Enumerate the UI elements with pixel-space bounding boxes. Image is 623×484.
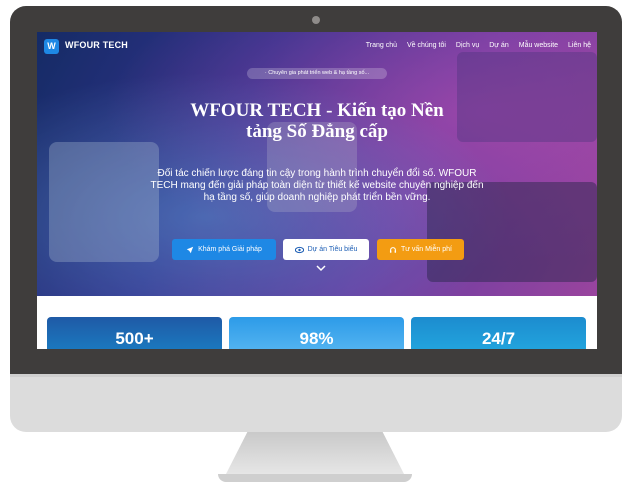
stat-card: 24/7 (411, 317, 586, 349)
featured-projects-button[interactable]: Dự án Tiêu biểu (283, 239, 369, 260)
explore-solutions-button[interactable]: Khám phá Giải pháp (172, 239, 276, 260)
brand-name[interactable]: WFOUR TECH (65, 40, 128, 50)
nav-item-about[interactable]: Về chúng tôi (407, 42, 446, 49)
hero-title: WFOUR TECH - Kiến tạo Nền tảng Số Đẳng c… (147, 100, 487, 142)
navbar: W WFOUR TECH Trang chủ Về chúng tôi Dịch… (37, 32, 597, 62)
hero-tagline-badge: · Chuyên gia phát triển web & hạ tầng số… (247, 68, 387, 79)
free-consultation-button[interactable]: Tư vấn Miễn phí (377, 239, 464, 260)
nav-menu: Trang chủ Về chúng tôi Dịch vụ Dự án Mẫu… (366, 42, 591, 49)
monitor-stand (226, 432, 404, 474)
stat-value: 98% (299, 329, 334, 348)
hero-subtitle: Đối tác chiến lược đáng tin cậy trong hà… (150, 168, 484, 203)
stat-card: 98% (229, 317, 404, 349)
explore-solutions-label: Khám phá Giải pháp (198, 246, 262, 253)
nav-item-projects[interactable]: Dự án (489, 42, 508, 49)
monitor-chin (10, 374, 622, 432)
hero-title-line: WFOUR TECH - Kiến tạo Nền (190, 100, 444, 121)
logo-icon[interactable]: W (44, 39, 59, 54)
nav-item-contact[interactable]: Liên hệ (568, 42, 591, 49)
nav-item-templates[interactable]: Mẫu website (519, 42, 558, 49)
camera-dot (312, 16, 320, 24)
hero-title-line: tảng Số Đẳng cấp (246, 121, 388, 142)
eye-icon (294, 246, 304, 253)
stat-value: 24/7 (481, 329, 516, 348)
chevron-down-icon[interactable] (316, 264, 326, 272)
rocket-icon (186, 246, 194, 253)
featured-projects-label: Dự án Tiêu biểu (307, 246, 358, 253)
nav-item-services[interactable]: Dịch vụ (456, 42, 479, 49)
monitor-screen: W WFOUR TECH Trang chủ Về chúng tôi Dịch… (37, 32, 597, 349)
monitor-stand-base (218, 474, 412, 482)
headset-icon (389, 246, 397, 253)
free-consultation-label: Tư vấn Miễn phí (401, 246, 452, 253)
hero-section: W WFOUR TECH Trang chủ Về chúng tôi Dịch… (37, 32, 597, 296)
stats-section: 500+ 98% 24/7 (37, 296, 597, 349)
stat-value: 500+ (115, 329, 154, 348)
stat-card: 500+ (47, 317, 222, 349)
nav-item-home[interactable]: Trang chủ (366, 42, 397, 49)
